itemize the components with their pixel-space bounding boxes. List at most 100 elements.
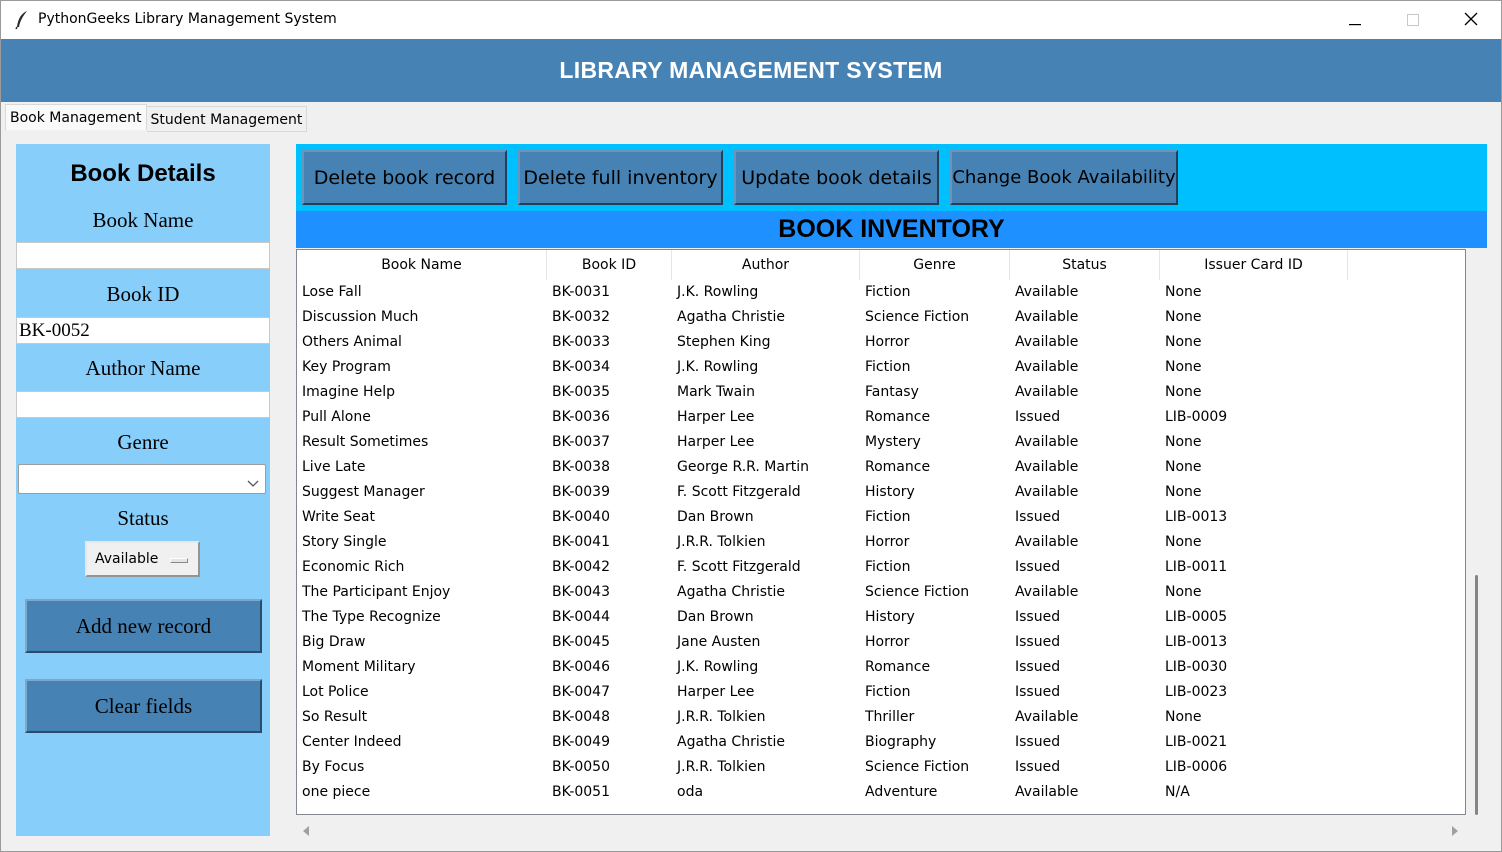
cell-author: Harper Lee bbox=[677, 434, 755, 450]
cell-genre: Science Fiction bbox=[865, 584, 970, 600]
table-row[interactable]: Center Indeed BK-0049 Agatha Christie Biogr… bbox=[297, 730, 1348, 755]
table-row[interactable]: Story Single BK-0041 J.R.R. Tolkien Horror A… bbox=[297, 530, 1348, 555]
cell-issuer-card-id: None bbox=[1165, 284, 1202, 300]
minimize-button[interactable] bbox=[1326, 1, 1384, 39]
table-row[interactable]: Discussion Much BK-0032 Agatha Christie Sci… bbox=[297, 305, 1348, 330]
cell-book-name: Center Indeed bbox=[302, 734, 402, 750]
cell-genre: Fiction bbox=[865, 559, 911, 575]
column-header-book-name[interactable]: Book Name bbox=[297, 250, 547, 280]
cell-book-name: Others Animal bbox=[302, 334, 402, 350]
cell-book-name: Story Single bbox=[302, 534, 387, 550]
table-row[interactable]: Lose Fall BK-0031 J.K. Rowling Fiction Avail… bbox=[297, 280, 1348, 305]
cell-book-name: Lot Police bbox=[302, 684, 369, 700]
table-row[interactable]: So Result BK-0048 J.R.R. Tolkien Thriller Av… bbox=[297, 705, 1348, 730]
table-row[interactable]: Suggest Manager BK-0039 F. Scott Fitzgeral… bbox=[297, 480, 1348, 505]
table-row[interactable]: By Focus BK-0050 J.R.R. Tolkien Science Fic… bbox=[297, 755, 1348, 780]
column-header-status[interactable]: Status bbox=[1010, 250, 1160, 280]
table-row[interactable]: Economic Rich BK-0042 F. Scott Fitzgerald F… bbox=[297, 555, 1348, 580]
cell-book-id: BK-0050 bbox=[552, 759, 610, 775]
cell-author: J.R.R. Tolkien bbox=[677, 709, 766, 725]
cell-genre: Fantasy bbox=[865, 384, 919, 400]
cell-book-id: BK-0047 bbox=[552, 684, 610, 700]
inventory-table[interactable]: Book Name Book ID Author Genre Status Is… bbox=[296, 249, 1466, 815]
app-window: PythonGeeks Library Management System LI… bbox=[0, 0, 1502, 852]
delete-full-inventory-button[interactable]: Delete full inventory bbox=[518, 150, 723, 205]
table-row[interactable]: Key Program BK-0034 J.K. Rowling Fiction Ava… bbox=[297, 355, 1348, 380]
cell-book-id: BK-0041 bbox=[552, 534, 610, 550]
maximize-button[interactable] bbox=[1384, 1, 1442, 39]
cell-book-name: Suggest Manager bbox=[302, 484, 425, 500]
tab-student-management[interactable]: Student Management bbox=[146, 106, 308, 132]
book-id-field[interactable]: BK-0052 bbox=[16, 317, 270, 344]
book-name-label: Book Name bbox=[92, 208, 194, 232]
cell-author: Stephen King bbox=[677, 334, 771, 350]
cell-issuer-card-id: None bbox=[1165, 484, 1202, 500]
cell-book-id: BK-0033 bbox=[552, 334, 610, 350]
table-row[interactable]: Write Seat BK-0040 Dan Brown Fiction Issued L… bbox=[297, 505, 1348, 530]
cell-issuer-card-id: LIB-0021 bbox=[1165, 734, 1228, 750]
close-button[interactable] bbox=[1442, 1, 1500, 39]
table-row[interactable]: Others Animal BK-0033 Stephen King Horror Av… bbox=[297, 330, 1348, 355]
table-row[interactable]: Pull Alone BK-0036 Harper Lee Romance Issued… bbox=[297, 405, 1348, 430]
book-name-field[interactable] bbox=[16, 242, 270, 269]
update-book-details-button[interactable]: Update book details bbox=[734, 150, 939, 205]
table-row[interactable]: Moment Military BK-0046 J.K. Rowling Romanc… bbox=[297, 655, 1348, 680]
scroll-right-icon[interactable] bbox=[1451, 821, 1459, 840]
cell-genre: Romance bbox=[865, 409, 931, 425]
cell-author: oda bbox=[677, 784, 704, 800]
cell-genre: Romance bbox=[865, 659, 931, 675]
cell-author: Mark Twain bbox=[677, 384, 755, 400]
author-name-field[interactable] bbox=[16, 391, 270, 418]
cell-status: Available bbox=[1015, 484, 1079, 500]
table-row[interactable]: Result Sometimes BK-0037 Harper Lee Mystery… bbox=[297, 430, 1348, 455]
table-row[interactable]: The Participant Enjoy BK-0043 Agatha Chris… bbox=[297, 580, 1348, 605]
cell-status: Available bbox=[1015, 459, 1079, 475]
horizontal-scrollbar[interactable] bbox=[296, 815, 1466, 837]
column-header-author[interactable]: Author bbox=[672, 250, 860, 280]
cell-book-name: Lose Fall bbox=[302, 284, 362, 300]
clear-fields-button[interactable]: Clear fields bbox=[25, 679, 262, 733]
cell-book-name: The Participant Enjoy bbox=[302, 584, 451, 600]
cell-author: J.R.R. Tolkien bbox=[677, 759, 766, 775]
cell-genre: Adventure bbox=[865, 784, 938, 800]
status-label: Status bbox=[117, 506, 169, 530]
table-row[interactable]: The Type Recognize BK-0044 Dan Brown Histor… bbox=[297, 605, 1348, 630]
cell-status: Available bbox=[1015, 434, 1079, 450]
table-row[interactable]: Imagine Help BK-0035 Mark Twain Fantasy Avai… bbox=[297, 380, 1348, 405]
cell-book-name: one piece bbox=[302, 784, 371, 800]
table-row[interactable]: Live Late BK-0038 George R.R. Martin Romanc… bbox=[297, 455, 1348, 480]
table-row[interactable]: one piece BK-0051 oda Adventure Available N/A bbox=[297, 780, 1348, 805]
cell-status: Issued bbox=[1015, 659, 1061, 675]
scroll-left-icon[interactable] bbox=[302, 821, 310, 840]
table-row[interactable]: Big Draw BK-0045 Jane Austen Horror Issued LI… bbox=[297, 630, 1348, 655]
cell-genre: Mystery bbox=[865, 434, 921, 450]
cell-status: Available bbox=[1015, 334, 1079, 350]
window-title: PythonGeeks Library Management System bbox=[38, 11, 337, 27]
vertical-scrollbar[interactable] bbox=[1467, 249, 1486, 815]
maximize-icon bbox=[1407, 11, 1419, 30]
cell-author: Agatha Christie bbox=[677, 584, 786, 600]
cell-book-name: Imagine Help bbox=[302, 384, 395, 400]
column-header-book-id[interactable]: Book ID bbox=[547, 250, 672, 280]
cell-book-id: BK-0045 bbox=[552, 634, 610, 650]
column-header-genre[interactable]: Genre bbox=[860, 250, 1010, 280]
cell-book-name: Live Late bbox=[302, 459, 366, 475]
cell-book-id: BK-0038 bbox=[552, 459, 610, 475]
cell-issuer-card-id: None bbox=[1165, 534, 1202, 550]
cell-book-id: BK-0039 bbox=[552, 484, 610, 500]
genre-label: Genre bbox=[117, 430, 169, 454]
cell-issuer-card-id: LIB-0030 bbox=[1165, 659, 1228, 675]
app-header: LIBRARY MANAGEMENT SYSTEM bbox=[1, 39, 1501, 102]
cell-status: Available bbox=[1015, 359, 1079, 375]
delete-book-record-button[interactable]: Delete book record bbox=[302, 150, 507, 205]
cell-issuer-card-id: N/A bbox=[1165, 784, 1190, 800]
genre-dropdown[interactable] bbox=[18, 464, 266, 494]
add-record-button[interactable]: Add new record bbox=[25, 599, 262, 653]
table-row[interactable]: Lot Police BK-0047 Harper Lee Fiction Issued… bbox=[297, 680, 1348, 705]
column-header-issuer-card-id[interactable]: Issuer Card ID bbox=[1160, 250, 1348, 280]
tab-book-management[interactable]: Book Management bbox=[5, 104, 147, 130]
cell-author: Dan Brown bbox=[677, 609, 754, 625]
status-option-menu[interactable]: Available bbox=[85, 541, 200, 577]
change-availability-button[interactable]: Change Book Availability bbox=[950, 150, 1178, 205]
vertical-scroll-thumb[interactable] bbox=[1475, 575, 1478, 815]
